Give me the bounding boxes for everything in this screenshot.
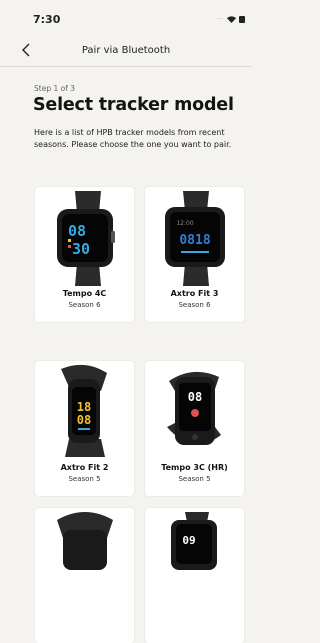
page-description: Here is a list of HPB tracker models fro… — [34, 128, 232, 149]
svg-text:12:00: 12:00 — [176, 220, 193, 227]
tracker-card-axtro-fit-2[interactable]: 18 08 Axtro Fit 2 Season 5 — [35, 361, 134, 496]
tracker-season: Season 6 — [68, 301, 101, 309]
tracker-name: Axtro Fit 2 — [60, 463, 109, 472]
watch-image — [57, 512, 113, 570]
status-icons: ··· — [217, 15, 245, 23]
tracker-season: Season 5 — [68, 475, 101, 483]
tracker-name: Axtro Fit 3 — [170, 289, 219, 298]
watch-image: 18 08 — [61, 364, 107, 457]
nav-title: Pair via Bluetooth — [81, 45, 171, 56]
watch-screen-bottom: 08 — [77, 413, 91, 427]
tracker-name: Tempo 4C — [62, 289, 107, 298]
step-indicator: Step 1 of 3 — [34, 84, 76, 93]
tracker-card-tempo-4c[interactable]: 08 30 Tempo 4C Season 6 — [35, 187, 134, 322]
watch-screen-top: 08 — [188, 390, 202, 404]
tracker-card-5[interactable] — [35, 508, 134, 643]
watch-image: 08 — [167, 371, 221, 445]
signal-dots-icon: ··· — [217, 15, 224, 23]
tracker-card-6[interactable]: 09 — [145, 508, 244, 643]
battery-icon — [239, 15, 245, 23]
watch-image: 09 — [171, 512, 217, 570]
page-title: Select tracker model — [33, 95, 234, 115]
status-time: 7:30 — [33, 13, 61, 26]
watch-screen-top: 0818 — [179, 233, 210, 248]
tracker-card-tempo-3c-hr[interactable]: 08 Tempo 3C (HR) Season 5 — [145, 361, 244, 496]
tracker-card-axtro-fit-3[interactable]: 12:00 0818 Axtro Fit 3 Season 6 — [145, 187, 244, 322]
tracker-season: Season 6 — [178, 301, 211, 309]
nav-bar: Pair via Bluetooth — [0, 36, 252, 67]
tracker-season: Season 5 — [178, 475, 211, 483]
wifi-icon — [227, 15, 236, 23]
status-bar: 7:30 ··· — [0, 0, 252, 34]
watch-image: 12:00 0818 — [165, 191, 225, 286]
watch-screen-top: 18 — [77, 400, 91, 414]
watch-screen-bottom: 30 — [72, 240, 90, 258]
watch-screen-top: 08 — [68, 222, 86, 240]
watch-image: 08 30 — [57, 191, 115, 286]
tracker-name: Tempo 3C (HR) — [161, 463, 228, 472]
watch-screen-top: 09 — [182, 534, 195, 547]
